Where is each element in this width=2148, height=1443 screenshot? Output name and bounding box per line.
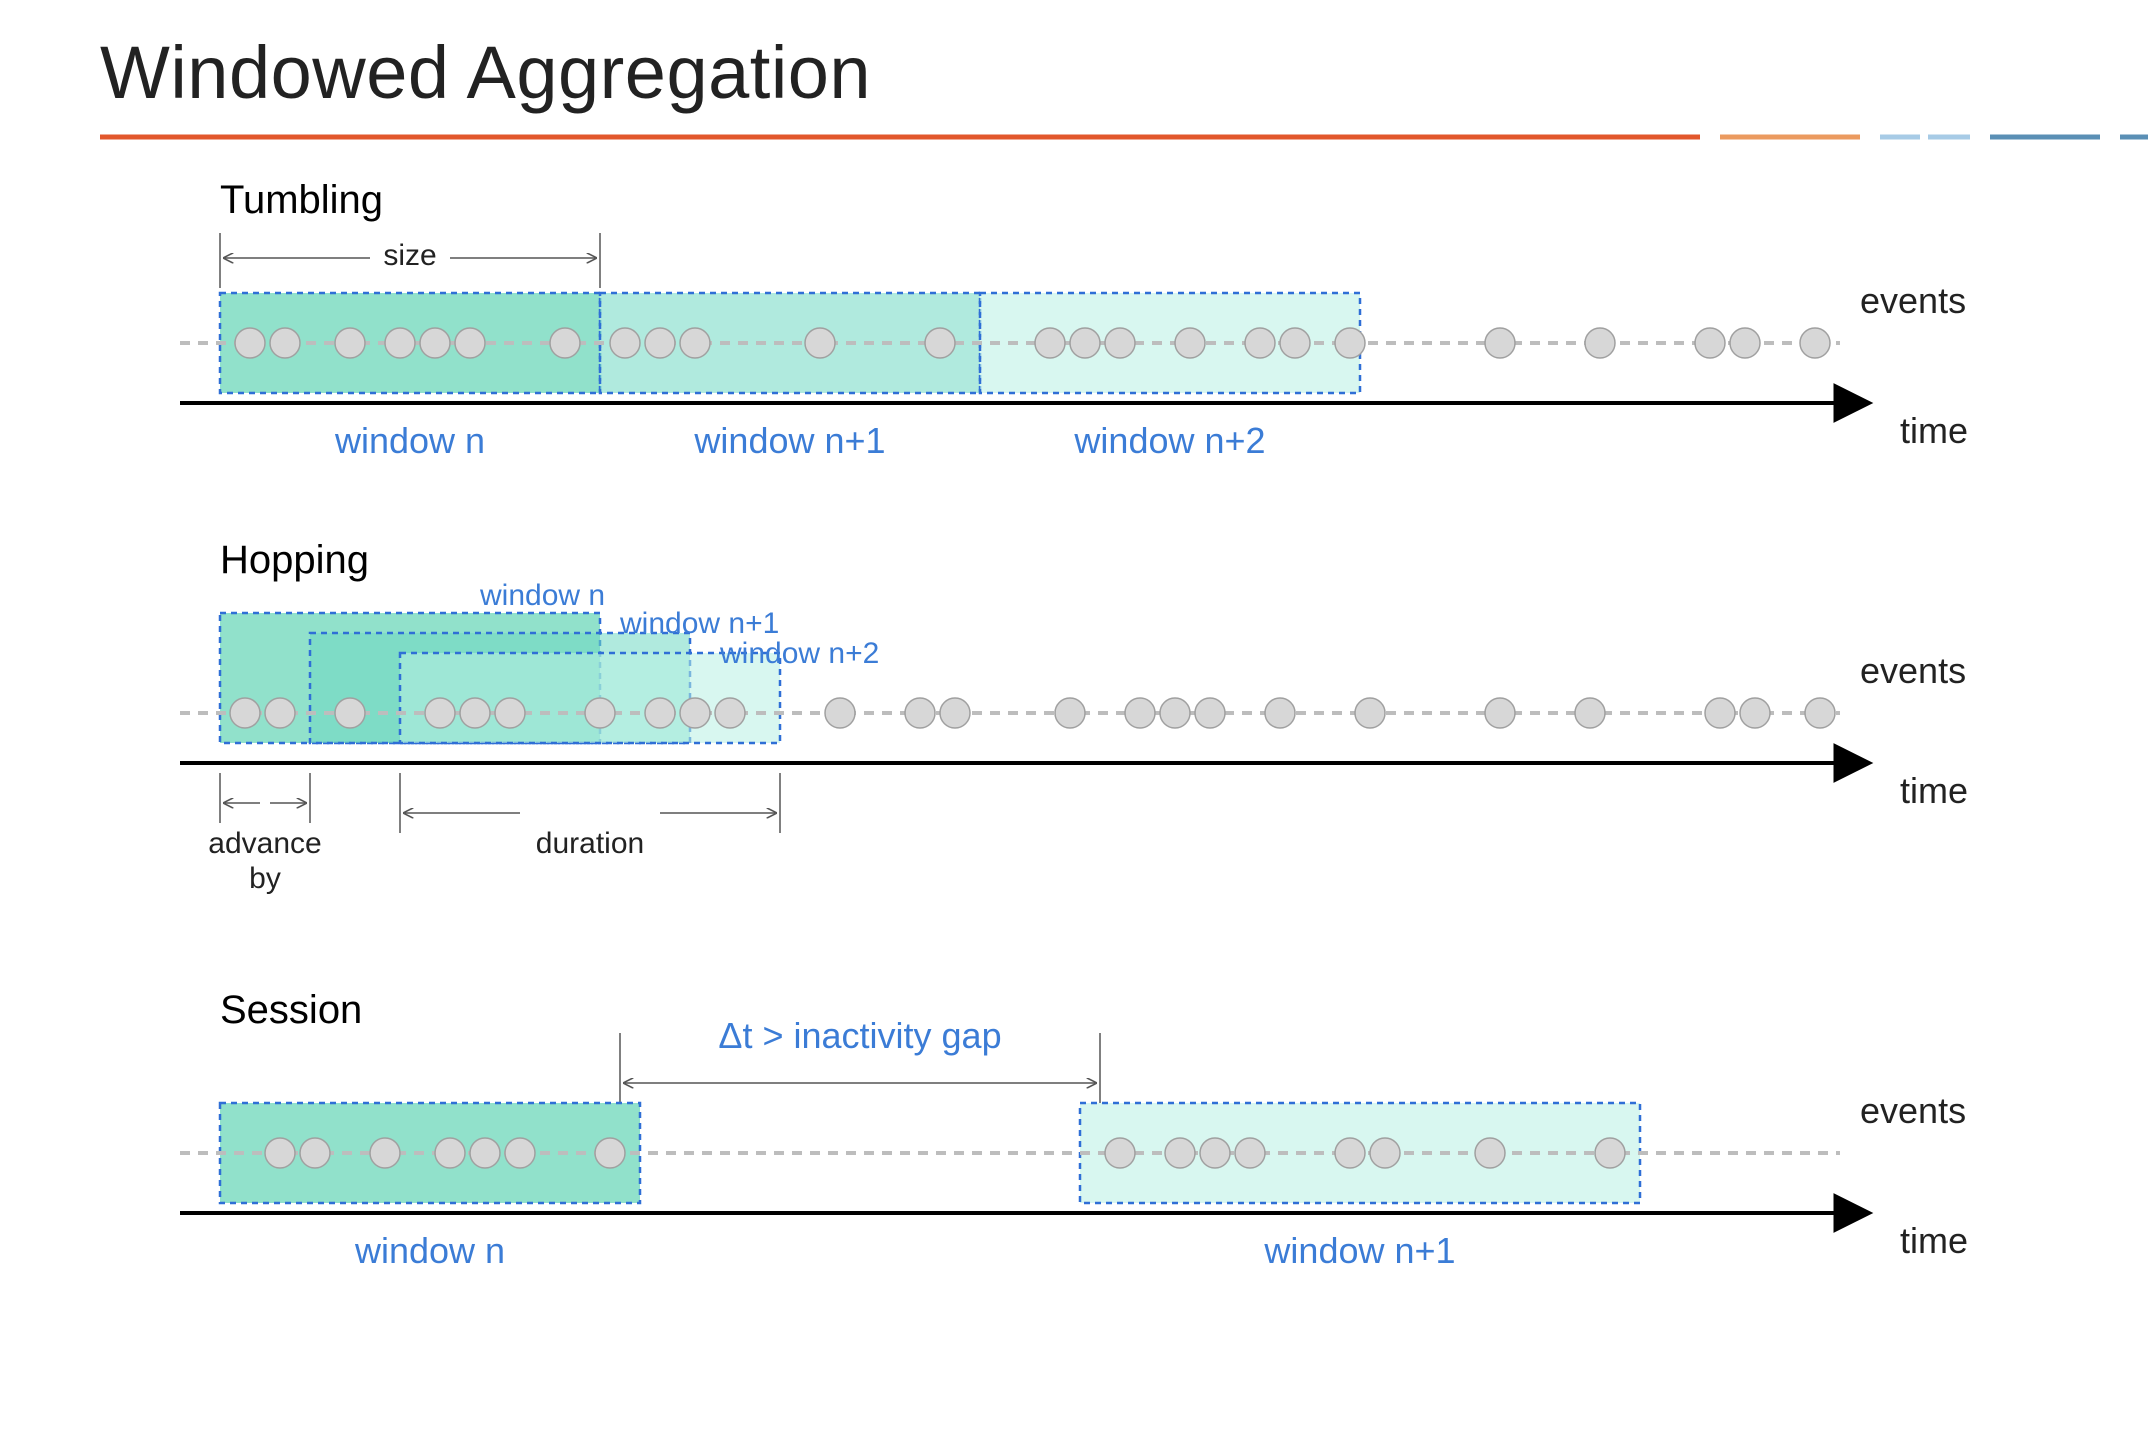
sess-label-n1: window n+1 — [1263, 1230, 1455, 1271]
events-label: events — [1860, 280, 1966, 321]
duration-label: duration — [536, 827, 644, 860]
title-divider — [100, 133, 2048, 141]
time-label-hop: time — [1900, 770, 1968, 811]
size-label: size — [383, 239, 436, 272]
advance-label1: advance — [208, 827, 321, 860]
time-label-sess: time — [1900, 1220, 1968, 1261]
size-dimension: size — [220, 233, 600, 288]
session-group: Session Δt > inactivity gap — [180, 988, 1968, 1271]
slide-title: Windowed Aggregation — [100, 30, 2048, 115]
hop-label-n2: window n+2 — [719, 637, 879, 670]
win-n-label: window n — [334, 420, 485, 461]
win-n1-label: window n+1 — [693, 420, 885, 461]
sess-label-n: window n — [354, 1230, 505, 1271]
time-label: time — [1900, 410, 1968, 451]
events-label-sess: events — [1860, 1090, 1966, 1131]
tumbling-heading: Tumbling — [220, 183, 383, 222]
hop-label-n1: window n+1 — [619, 607, 779, 640]
hopping-group: Hopping window n window n+1 window n+2 — [180, 538, 1968, 895]
win-n2-label: window n+2 — [1073, 420, 1265, 461]
session-heading: Session — [220, 988, 362, 1032]
gap-label: Δt > inactivity gap — [718, 1015, 1001, 1056]
hop-label-n: window n — [479, 579, 605, 612]
advance-label2: by — [249, 862, 281, 895]
diagram: Tumbling size — [100, 183, 2048, 1413]
hopping-heading: Hopping — [220, 538, 369, 582]
events-label-hop: events — [1860, 650, 1966, 691]
tumbling-group: Tumbling size — [180, 183, 1968, 461]
